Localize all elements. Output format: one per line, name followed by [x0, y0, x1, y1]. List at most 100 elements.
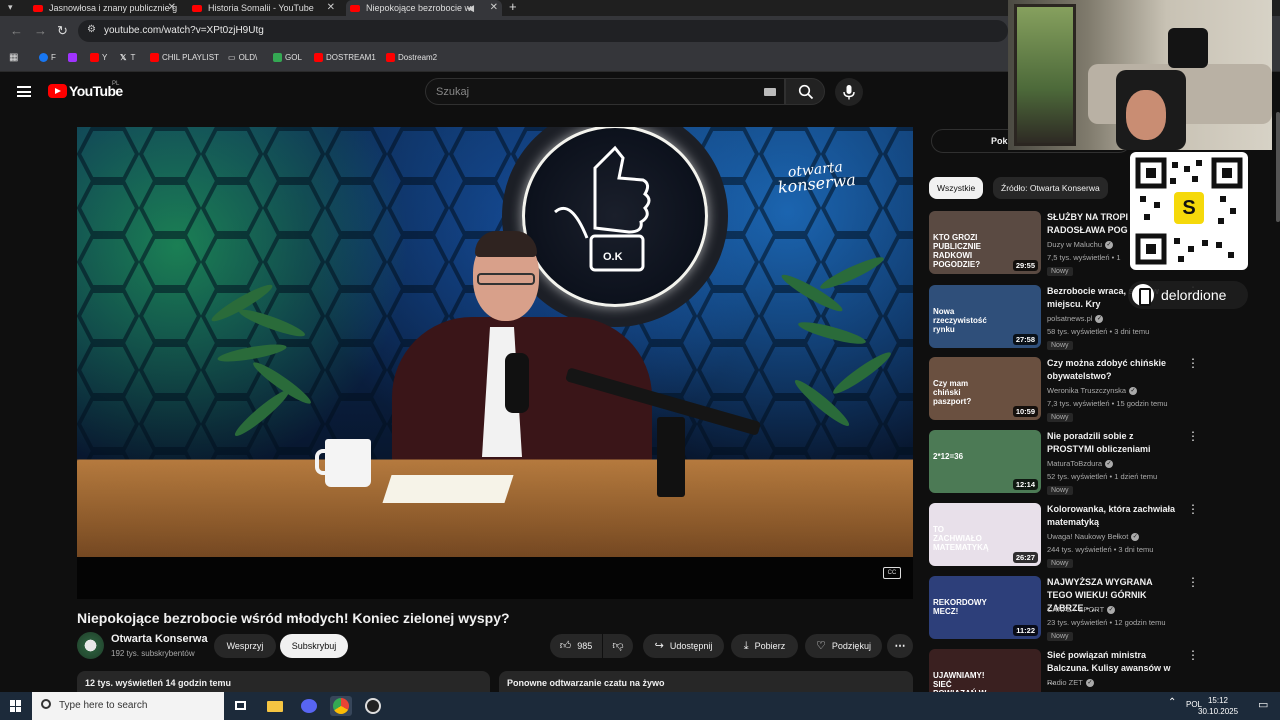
subscriber-count: 192 tys. subskrybentów — [111, 649, 195, 658]
file-explorer-icon[interactable] — [264, 696, 286, 716]
thanks-button[interactable]: ♡ Podziękuj — [805, 634, 882, 658]
support-button[interactable]: Wesprzyj — [214, 634, 276, 658]
bookmark-y[interactable]: Y — [90, 53, 107, 63]
back-arrow-icon[interactable]: ← — [10, 23, 23, 38]
recommended-channel[interactable]: Duzy w Maluchu ✓ — [1047, 240, 1114, 250]
forward-arrow-icon[interactable]: → — [34, 23, 47, 38]
recommended-video[interactable]: TO ZACHWIAŁO MATEMATYKĄ 26:27 Kolorowanka,… — [929, 503, 1199, 569]
address-bar[interactable]: ⚙ youtube.com/watch?v=XPt0zjH9Utg — [78, 20, 1008, 42]
bookmark-dostream1[interactable]: DOSTREAM1 — [314, 53, 376, 63]
bookmark-dostream2[interactable]: Dostream2 — [386, 53, 437, 63]
system-clock[interactable]: 15:12 30.10.2025 — [1198, 695, 1238, 717]
share-label: Udostępnij — [669, 641, 713, 651]
description-box[interactable]: 12 tys. wyświetleń 14 godzin temu — [77, 671, 490, 693]
browser-tab-2[interactable]: Historia Somalii - YouTube ✕ — [189, 0, 339, 16]
recommended-video[interactable]: Czy mam chiński paszport? 10:59 Czy można … — [929, 357, 1199, 423]
video-thumbnail[interactable]: TO ZACHWIAŁO MATEMATYKĄ 26:27 — [929, 503, 1041, 566]
recommended-title[interactable]: Kolorowanka, która zachwiała matematyką — [1047, 503, 1179, 529]
folder-icon: ▭ — [228, 53, 236, 62]
more-options-icon[interactable]: ⋮ — [1187, 503, 1199, 515]
verified-check-icon: ✓ — [1107, 606, 1116, 615]
close-tab-icon[interactable]: ✕ — [327, 0, 335, 16]
video-duration: 27:58 — [1012, 334, 1038, 345]
recommended-meta: 52 tys. wyświetleń • 1 dzień temu — [1047, 472, 1158, 481]
more-options-icon[interactable]: ⋮ — [1187, 649, 1199, 661]
bookmark-label: F — [51, 53, 56, 62]
thumbs-up-can-icon: O.K — [554, 145, 651, 272]
bookmark-f[interactable]: F — [39, 53, 56, 63]
tray-chevron-icon[interactable]: ⌃ — [1168, 697, 1176, 708]
more-actions-button[interactable]: ⋯ — [887, 634, 913, 658]
recommended-video[interactable]: 2*12=36 12:14 Nie poradzili sobie z PROSTY… — [929, 430, 1199, 496]
keyboard-icon[interactable] — [764, 88, 776, 96]
bookmark-messenger[interactable] — [68, 53, 80, 63]
notifications-icon[interactable]: ▭ — [1258, 698, 1268, 711]
share-arrow-icon: ↪ — [654, 640, 664, 652]
chip-all[interactable]: Wszystkie — [929, 177, 984, 199]
channel-name[interactable]: Otwarta Konserwa — [111, 633, 208, 645]
download-button[interactable]: ⤓ Pobierz — [731, 634, 798, 658]
browser-tab-label: Niepokojące bezrobocie w — [366, 3, 472, 13]
recommended-channel[interactable]: polsatnews.pl ✓ — [1047, 314, 1104, 324]
desk-mug — [315, 439, 371, 487]
subscribe-button[interactable]: Subskrybuj — [280, 634, 348, 658]
reload-icon[interactable]: ↻ — [57, 23, 68, 39]
recommended-video[interactable]: REKORDOWY MECZ! 11:22 NAJWYŻSZA WYGRANA TE… — [929, 576, 1199, 642]
bookmark-old-folder[interactable]: ▭ OLD\ — [228, 53, 257, 62]
discord-app-icon[interactable] — [298, 696, 320, 716]
video-player[interactable]: O.K otwarta konserwa CC — [77, 127, 913, 599]
like-button[interactable]: 👍︎ 985 — [550, 634, 602, 658]
dislike-button[interactable]: 👎︎ — [603, 634, 633, 658]
chat-replay-box[interactable]: Ponowne odtwarzanie czatu na żywo — [499, 671, 913, 693]
subtitles-icon[interactable]: CC — [883, 567, 901, 579]
video-thumbnail[interactable]: REKORDOWY MECZ! 11:22 — [929, 576, 1041, 639]
video-thumbnail[interactable]: KTO GROZI PUBLICZNIE RADKOWI POGODZIE? 29… — [929, 211, 1041, 274]
close-tab-icon[interactable]: ✕ — [490, 0, 498, 16]
chat-replay-label: Ponowne odtwarzanie czatu na żywo — [507, 678, 665, 688]
obs-app-icon[interactable] — [362, 696, 384, 716]
recommended-channel[interactable]: Weronika Truszczynska ✓ — [1047, 386, 1138, 396]
voice-search-button[interactable] — [835, 78, 863, 106]
video-thumbnail[interactable]: Czy mam chiński paszport? 10:59 — [929, 357, 1041, 420]
more-options-icon[interactable]: ⋮ — [1187, 576, 1199, 588]
bookmark-gol[interactable]: GOL — [273, 53, 302, 63]
thumbs-up-icon: 👍︎ — [559, 640, 572, 652]
task-view-icon[interactable] — [230, 696, 252, 716]
webcam-speaker — [1168, 28, 1208, 68]
windows-start-icon[interactable] — [10, 700, 22, 712]
recommended-channel[interactable]: MaturaToBzdura ✓ — [1047, 459, 1114, 469]
channel-avatar[interactable] — [77, 632, 104, 659]
menu-hamburger-icon[interactable] — [17, 86, 31, 97]
recommended-channel[interactable]: CANAL+ SPORT ✓ — [1047, 605, 1116, 615]
browser-tab-1[interactable]: Jasnowłosa i znany publicznie g ✕ — [30, 0, 180, 16]
bookmark-label: DOSTREAM1 — [326, 53, 376, 62]
video-thumbnail[interactable]: 2*12=36 12:14 — [929, 430, 1041, 493]
chip-from-channel[interactable]: Źródło: Otwarta Konserwa — [993, 177, 1108, 199]
bookmark-t[interactable]: 𝕏T — [120, 53, 135, 62]
search-placeholder: Szukaj — [436, 86, 470, 98]
arm-stand-base — [657, 417, 685, 497]
apps-grid-icon[interactable]: ▦ — [9, 52, 18, 63]
more-options-icon[interactable]: ⋮ — [1187, 430, 1199, 442]
chrome-app-icon[interactable] — [330, 696, 352, 716]
more-options-icon[interactable]: ⋮ — [1187, 357, 1199, 369]
tab-list-chevron-icon[interactable]: ▾ — [8, 2, 13, 13]
site-info-icon[interactable]: ⚙ — [87, 24, 96, 35]
recommended-channel[interactable]: Radio ZET ✓ — [1047, 678, 1094, 688]
video-thumbnail[interactable]: Nowa rzeczywistość rynku 27:58 — [929, 285, 1041, 348]
youtube-logo-icon[interactable] — [48, 84, 67, 98]
bookmark-chil-playlist[interactable]: CHIL PLAYLIST — [150, 53, 219, 63]
new-tab-plus-icon[interactable]: + — [509, 0, 517, 14]
recommended-title[interactable]: Czy można zdobyć chińskie obywatelstwo? — [1047, 357, 1179, 383]
search-button[interactable] — [785, 78, 825, 105]
taskbar-search-input[interactable]: Type here to search — [32, 692, 224, 720]
browser-tab-label: Jasnowłosa i znany publicznie g — [49, 3, 178, 13]
page-scrollbar[interactable] — [1276, 112, 1280, 222]
browser-tab-3[interactable]: Niepokojące bezrobocie w ◀ ✕ — [346, 0, 502, 16]
close-tab-icon[interactable]: ✕ — [168, 0, 176, 16]
share-button[interactable]: ↪ Udostępnij — [643, 634, 724, 658]
support-label: Wesprzyj — [226, 641, 264, 651]
recommended-title[interactable]: Nie poradzili sobie z PROSTYMI obliczeni… — [1047, 430, 1179, 456]
recommended-channel[interactable]: Uwaga! Naukowy Bełkot ✓ — [1047, 532, 1140, 542]
search-input[interactable]: Szukaj — [425, 78, 785, 105]
